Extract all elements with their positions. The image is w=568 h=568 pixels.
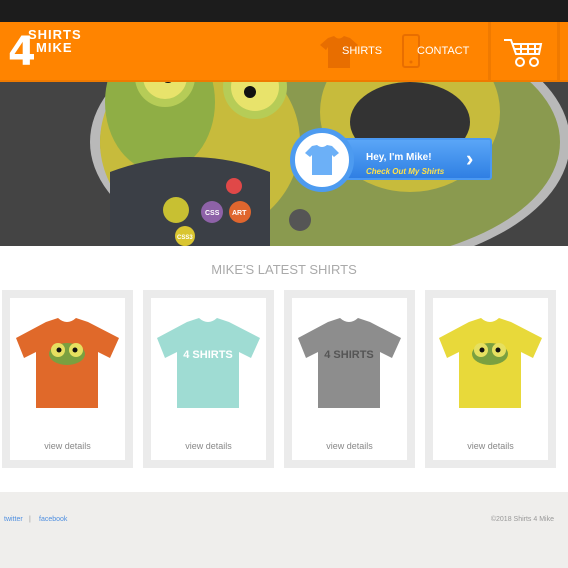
cta-greeting: Hey, I'm Mike!	[366, 152, 432, 163]
tshirt-image: 4 SHIRTS	[298, 318, 401, 408]
site-header: 4 SHIRTS MIKE SHIRTS CONTACT	[0, 22, 568, 82]
logo-line2: MIKE	[36, 40, 73, 55]
hero-cta-button[interactable]: Hey, I'm Mike! Check Out My Shirts ›	[290, 128, 494, 192]
cta-link: Check Out My Shirts	[366, 167, 445, 176]
product-image-frame: view details	[433, 298, 548, 460]
badge-art: ART	[232, 210, 247, 217]
nav-contact[interactable]: CONTACT	[417, 22, 469, 80]
cart-button[interactable]	[488, 22, 560, 80]
tshirt-image	[439, 318, 542, 408]
view-details-link[interactable]: view details	[151, 441, 266, 451]
facebook-link[interactable]: facebook	[39, 516, 67, 523]
cart-icon	[504, 39, 543, 67]
svg-text:4 SHIRTS: 4 SHIRTS	[183, 349, 233, 361]
twitter-link[interactable]: twitter	[4, 516, 23, 523]
nav-shirts[interactable]: SHIRTS	[342, 22, 382, 80]
shirt-icon	[305, 145, 339, 175]
product-card[interactable]: 4 SHIRTS view details	[143, 290, 274, 468]
tshirt-image	[16, 318, 119, 408]
product-card[interactable]: view details	[2, 290, 133, 468]
view-details-link[interactable]: view details	[292, 441, 407, 451]
badge-css3: CSS3	[177, 235, 193, 241]
footer-separator: |	[29, 516, 31, 523]
product-image-frame: 4 SHIRTS view details	[151, 298, 266, 460]
product-card[interactable]: 4 SHIRTS view details	[284, 290, 415, 468]
cta-circle	[290, 128, 354, 192]
product-card[interactable]: view details	[425, 290, 556, 468]
tshirt-image: 4 SHIRTS	[157, 318, 260, 408]
section-title: MIKE'S LATEST SHIRTS	[211, 262, 357, 277]
svg-text:4 SHIRTS: 4 SHIRTS	[324, 349, 374, 361]
product-image-frame: view details	[10, 298, 125, 460]
product-image-frame: 4 SHIRTS view details	[292, 298, 407, 460]
footer: twitter | facebook ©2018 Shirts 4 Mike	[0, 492, 568, 568]
chevron-right-icon: ›	[466, 146, 474, 171]
top-bar	[0, 0, 568, 22]
view-details-link[interactable]: view details	[10, 441, 125, 451]
badge-css: CSS	[205, 210, 220, 217]
view-details-link[interactable]: view details	[433, 441, 548, 451]
copyright: ©2018 Shirts 4 Mike	[490, 516, 554, 523]
